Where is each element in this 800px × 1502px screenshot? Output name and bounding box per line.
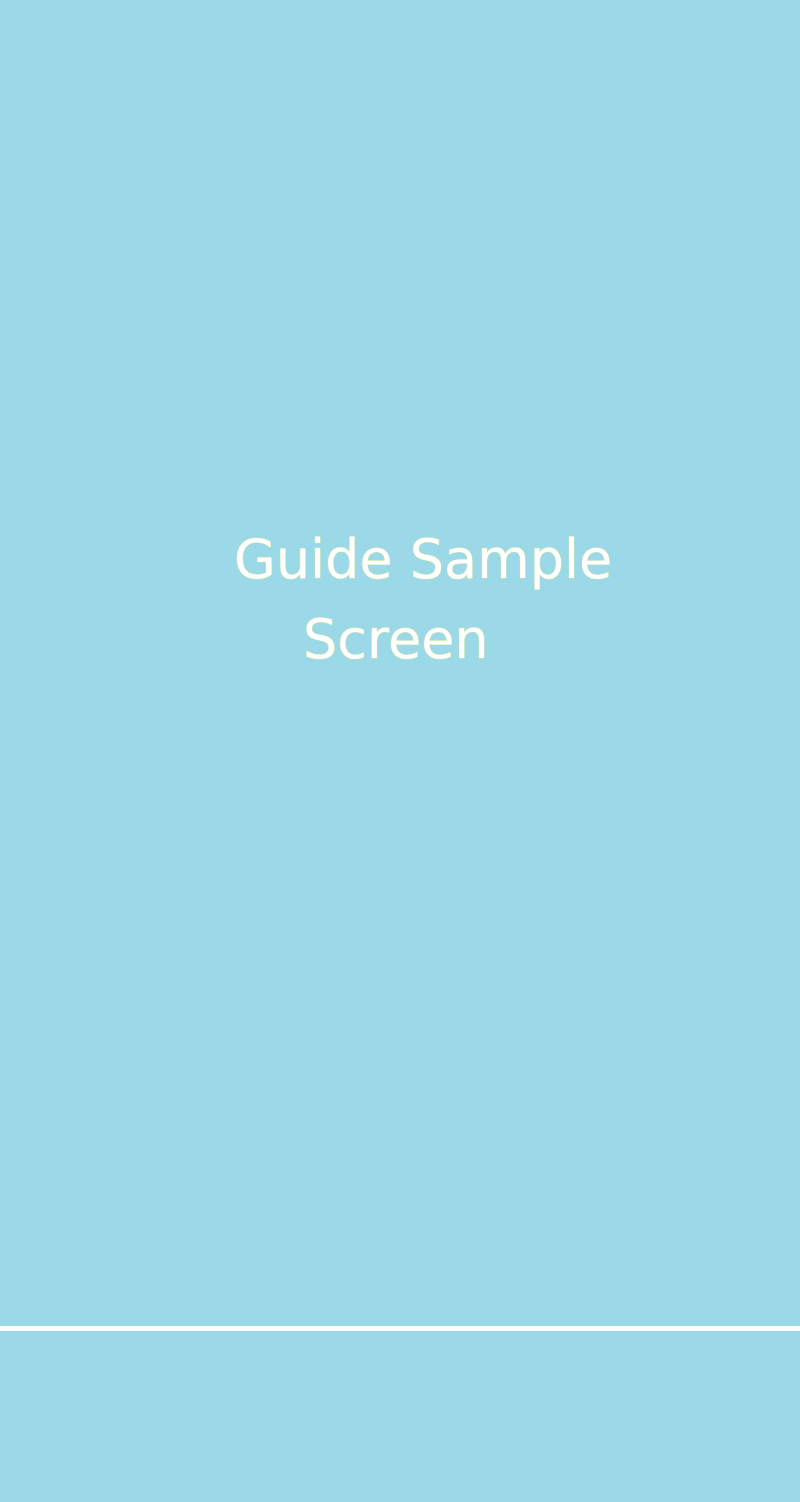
- bottom-panel: [0, 1331, 800, 1502]
- guide-title-line-1: Guide Sample: [234, 528, 613, 591]
- guide-title-line-2: Screen: [303, 608, 489, 671]
- guide-screen: Guide Sample Screen: [0, 0, 800, 1502]
- guide-title: Guide Sample Screen: [0, 523, 800, 683]
